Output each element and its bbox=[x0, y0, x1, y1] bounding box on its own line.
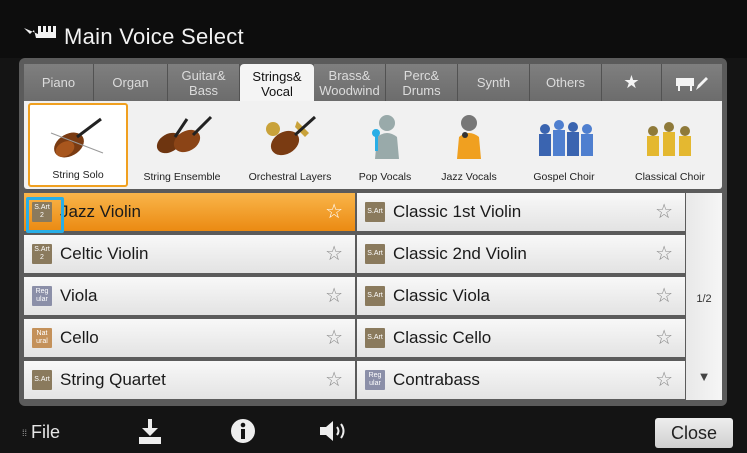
voice-row[interactable]: S.Art String Quartet ☆ bbox=[24, 361, 355, 399]
orchestra-icon bbox=[266, 115, 317, 156]
tab-voice-edit[interactable] bbox=[662, 64, 722, 101]
tab-label: Piano bbox=[41, 75, 76, 90]
file-dots-icon: ⁞⁞ bbox=[22, 428, 28, 439]
tab-strings-vocal[interactable]: Strings& Vocal bbox=[240, 64, 314, 104]
tab-guitar-bass[interactable]: Guitar& Bass bbox=[168, 64, 240, 101]
gospel-choir-icon bbox=[539, 120, 593, 156]
tab-label: Strings& Vocal bbox=[252, 69, 302, 99]
subcategory-label: Gospel Choir bbox=[533, 171, 595, 183]
subcategory-label: Pop Vocals bbox=[358, 171, 412, 183]
info-icon[interactable] bbox=[230, 418, 256, 444]
pop-singer-icon bbox=[372, 115, 399, 159]
voice-row[interactable]: Reg ular Viola ☆ bbox=[24, 277, 355, 315]
speaker-icon[interactable] bbox=[318, 418, 352, 444]
sart-badge-icon: S.Art bbox=[365, 244, 385, 264]
sart-badge-icon: S.Art bbox=[365, 202, 385, 222]
tab-others[interactable]: Others bbox=[530, 64, 602, 101]
subcategory-gospel-choir[interactable]: Gospel Choir bbox=[514, 103, 614, 187]
close-button[interactable]: Close bbox=[655, 418, 733, 448]
violin-icon bbox=[50, 117, 104, 158]
voice-row[interactable]: S.Art Classic 2nd Violin ☆ bbox=[357, 235, 685, 273]
tab-label: Perc& Drums bbox=[402, 67, 441, 98]
voice-row[interactable]: S.Art Classic Viola ☆ bbox=[357, 277, 685, 315]
subcategory-string-solo[interactable]: String Solo bbox=[28, 103, 128, 187]
favorite-star-icon[interactable]: ☆ bbox=[325, 199, 343, 224]
favorite-star-icon[interactable]: ☆ bbox=[325, 367, 343, 392]
favorite-star-icon: ★ bbox=[623, 72, 640, 92]
favorite-star-icon[interactable]: ☆ bbox=[655, 325, 673, 350]
tab-label: Guitar& Bass bbox=[181, 67, 226, 98]
subcategory-jazz-vocals[interactable]: Jazz Vocals bbox=[428, 103, 510, 187]
sart-badge-icon: S.Art bbox=[32, 370, 52, 390]
subcategory-label: Jazz Vocals bbox=[441, 171, 497, 183]
page-indicator: 1/2 bbox=[696, 293, 712, 305]
file-button[interactable]: ⁞⁞ File bbox=[22, 422, 60, 443]
subcategory-label: String Ensemble bbox=[143, 171, 221, 183]
download-icon[interactable] bbox=[136, 418, 164, 446]
subcategory-label: Orchestral Layers bbox=[248, 171, 332, 183]
voice-name: String Quartet bbox=[60, 370, 166, 389]
tab-label: Others bbox=[545, 75, 585, 90]
subcategory-label: Classical Choir bbox=[634, 171, 706, 183]
tab-piano[interactable]: Piano bbox=[24, 64, 94, 101]
sart-badge-icon: S.Art bbox=[365, 286, 385, 306]
voice-row[interactable]: Nat ural Cello ☆ bbox=[24, 319, 355, 357]
selection-cursor bbox=[26, 197, 64, 233]
favorite-star-icon[interactable]: ☆ bbox=[325, 325, 343, 350]
keyboard-edit-icon bbox=[676, 76, 708, 91]
voice-name: Viola bbox=[60, 286, 98, 305]
voice-name: Contrabass bbox=[393, 370, 480, 389]
voice-row[interactable]: S.Art 2 Jazz Violin ☆ bbox=[24, 193, 355, 231]
tab-label: Organ bbox=[112, 75, 149, 90]
bottom-bar: ⁞⁞ File Close bbox=[0, 408, 747, 453]
subcategory-orchestral-layers[interactable]: Orchestral Layers bbox=[236, 103, 344, 187]
regular-badge-icon: Reg ular bbox=[365, 370, 385, 390]
tab-favorites[interactable]: ★ bbox=[602, 64, 662, 101]
voice-row[interactable]: Reg ular Contrabass ☆ bbox=[357, 361, 685, 399]
voice-name: Cello bbox=[60, 328, 99, 347]
voice-name: Classic 2nd Violin bbox=[393, 244, 527, 263]
tab-perc-drums[interactable]: Perc& Drums bbox=[386, 64, 458, 101]
favorite-star-icon[interactable]: ☆ bbox=[655, 199, 673, 224]
sart2-badge-icon: S.Art 2 bbox=[32, 244, 52, 264]
favorite-star-icon[interactable]: ☆ bbox=[325, 241, 343, 266]
category-tabs: Piano Organ Guitar& Bass Strings& Vocal … bbox=[24, 64, 722, 104]
natural-badge-icon: Nat ural bbox=[32, 328, 52, 348]
tab-brass-woodwind[interactable]: Brass& Woodwind bbox=[314, 64, 386, 101]
subcategory-pop-vocals[interactable]: Pop Vocals bbox=[346, 103, 424, 187]
voice-name: Classic Cello bbox=[393, 328, 492, 347]
favorite-star-icon[interactable]: ☆ bbox=[655, 283, 673, 308]
subcategory-string-ensemble[interactable]: String Ensemble bbox=[130, 103, 234, 187]
voice-name: Classic Viola bbox=[393, 286, 491, 305]
jazz-singer-icon bbox=[457, 115, 481, 159]
tab-label: Synth bbox=[476, 75, 511, 90]
subcategory-label: String Solo bbox=[52, 169, 104, 181]
sart-badge-icon: S.Art bbox=[365, 328, 385, 348]
next-page-arrow-icon[interactable]: ▼ bbox=[686, 369, 722, 384]
voice-row[interactable]: S.Art Classic Cello ☆ bbox=[357, 319, 685, 357]
file-label: File bbox=[31, 422, 61, 442]
subcategory-bar: String Solo String Ensemble Orchestral L… bbox=[24, 101, 722, 189]
tab-synth[interactable]: Synth bbox=[458, 64, 530, 101]
favorite-star-icon[interactable]: ☆ bbox=[655, 241, 673, 266]
page-title: Main Voice Select bbox=[64, 24, 244, 49]
voice-name: Celtic Violin bbox=[60, 244, 149, 263]
page-scroller[interactable]: 1/2 ▼ bbox=[686, 193, 722, 400]
voice-row[interactable]: S.Art 2 Celtic Violin ☆ bbox=[24, 235, 355, 273]
violins-icon bbox=[156, 115, 213, 154]
title-bar: Main Voice Select bbox=[0, 0, 747, 58]
subcategory-classical-choir[interactable]: Classical Choir bbox=[618, 103, 722, 187]
classical-choir-icon bbox=[647, 122, 691, 156]
voice-row[interactable]: S.Art Classic 1st Violin ☆ bbox=[357, 193, 685, 231]
favorite-star-icon[interactable]: ☆ bbox=[655, 367, 673, 392]
tab-organ[interactable]: Organ bbox=[94, 64, 168, 101]
keyboard-icon bbox=[24, 26, 56, 38]
voice-name: Jazz Violin bbox=[60, 202, 141, 221]
tab-label: Brass& Woodwind bbox=[319, 67, 380, 98]
regular-badge-icon: Reg ular bbox=[32, 286, 52, 306]
voice-name: Classic 1st Violin bbox=[393, 202, 522, 221]
favorite-star-icon[interactable]: ☆ bbox=[325, 283, 343, 308]
